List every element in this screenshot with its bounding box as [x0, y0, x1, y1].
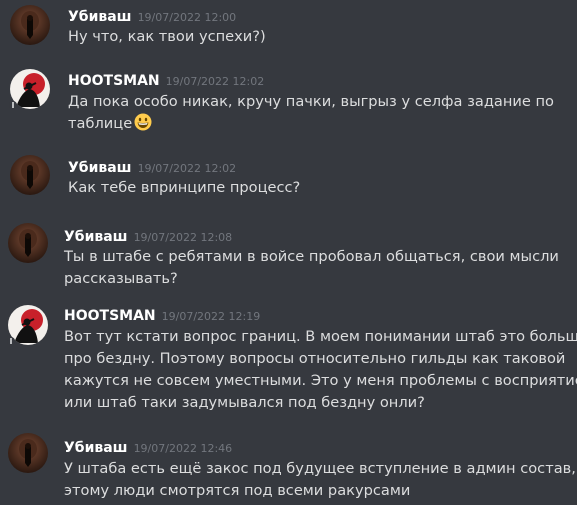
message-line: Ну что, как твои успехи?) — [68, 28, 266, 45]
message-line: рассказывать? — [64, 270, 178, 287]
status-indicator-icon — [7, 337, 15, 345]
grinning-face-emoji-icon — [134, 113, 152, 131]
author-name[interactable]: HOOTSMAN — [68, 73, 160, 89]
author-name[interactable]: Убиваш — [68, 9, 132, 25]
message-timestamp: 19/07/2022 12:00 — [137, 11, 237, 24]
avatar[interactable] — [8, 223, 48, 263]
message-line: этому люди смотрятся под всеми ракурсами — [64, 482, 411, 499]
message-line: кажутся не совсем уместными. Это у меня … — [64, 372, 577, 389]
message-line: про бездну. Поэтому вопросы относительно… — [64, 350, 566, 367]
message-timestamp: 19/07/2022 12:02 — [165, 75, 265, 88]
message-text: Ну что, как твои успехи?) — [68, 26, 266, 48]
message-line: или штаб таки задумывался под бездну онл… — [64, 394, 425, 411]
message-text: Как тебе впринципе процесс? — [68, 177, 300, 199]
message-line: таблице — [68, 113, 554, 135]
message-text: У штаба есть ещё закос под будущее вступ… — [64, 458, 577, 502]
author-name[interactable]: Убиваш — [68, 160, 132, 176]
message-timestamp: 19/07/2022 12:46 — [133, 442, 233, 455]
avatar[interactable] — [8, 433, 48, 473]
message-timestamp: 19/07/2022 12:08 — [133, 231, 233, 244]
message-line: Да пока особо никак, кручу пачки, выгрыз… — [68, 93, 554, 110]
avatar[interactable] — [10, 5, 50, 45]
chat-message-list: Убиваш 19/07/2022 12:00 Ну что, как твои … — [0, 0, 577, 505]
message-timestamp: 19/07/2022 12:02 — [137, 162, 237, 175]
message-line: У штаба есть ещё закос под будущее вступ… — [64, 460, 577, 477]
message-line: Вот тут кстати вопрос границ. В моем пон… — [64, 328, 577, 345]
author-name[interactable]: Убиваш — [64, 440, 128, 456]
message-timestamp: 19/07/2022 12:19 — [161, 310, 261, 323]
message-text: Да пока особо никак, кручу пачки, выгрыз… — [68, 91, 554, 135]
author-name[interactable]: Убиваш — [64, 229, 128, 245]
message-line: Ты в штабе с ребятами в войсе пробовал о… — [64, 248, 559, 265]
message-line: Как тебе впринципе процесс? — [68, 179, 301, 196]
message-text: Ты в штабе с ребятами в войсе пробовал о… — [64, 246, 559, 290]
message-text: Вот тут кстати вопрос границ. В моем пон… — [64, 326, 577, 414]
avatar[interactable] — [10, 155, 50, 195]
author-name[interactable]: HOOTSMAN — [64, 308, 156, 324]
status-indicator-icon — [9, 101, 17, 109]
message-line-text: таблице — [68, 115, 133, 132]
